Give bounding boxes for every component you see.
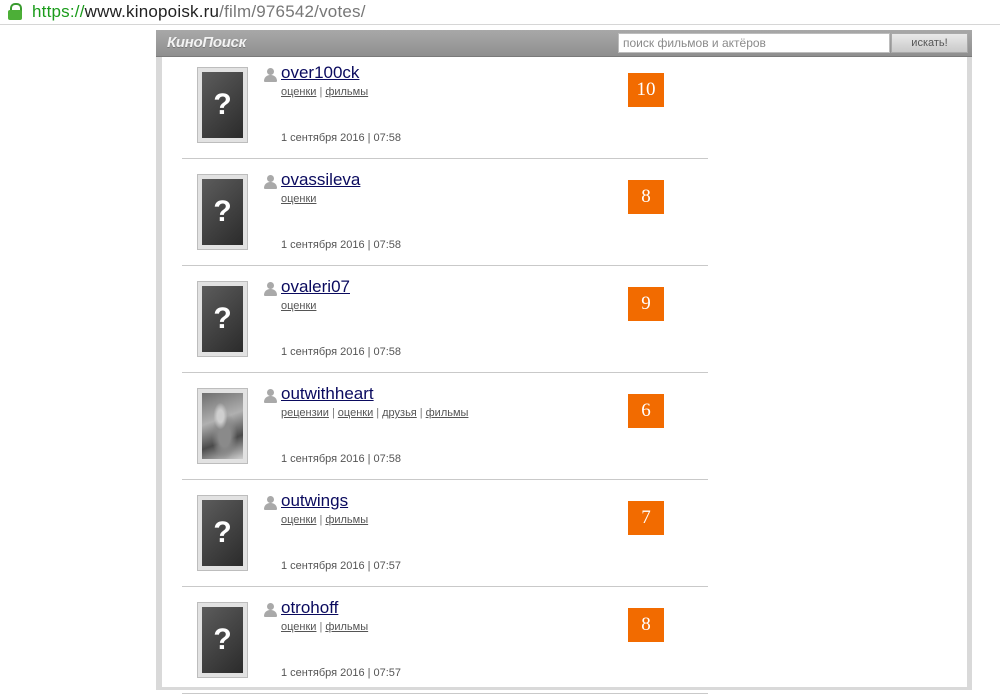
vote-row: outwithheart рецензии | оценки | друзья | фильм… bbox=[182, 373, 708, 480]
user-icon bbox=[264, 175, 277, 189]
vote-datetime: 1 сентября 2016 | 07:58 bbox=[281, 346, 401, 358]
link-separator: | bbox=[376, 407, 380, 419]
user-avatar-placeholder[interactable]: ? bbox=[197, 174, 248, 250]
search-input[interactable] bbox=[618, 33, 890, 53]
vote-datetime: 1 сентября 2016 | 07:57 bbox=[281, 667, 401, 679]
date-separator: | bbox=[367, 560, 371, 572]
user-link[interactable]: оценки bbox=[281, 621, 316, 633]
vote-time: 07:58 bbox=[373, 453, 402, 465]
vote-score-badge: 8 bbox=[628, 180, 664, 214]
user-link[interactable]: оценки bbox=[338, 407, 373, 419]
question-mark-icon: ? bbox=[202, 500, 243, 566]
user-icon bbox=[264, 282, 277, 296]
site-logo[interactable]: КиноПоиск bbox=[167, 34, 246, 51]
vote-score-badge: 9 bbox=[628, 287, 664, 321]
user-icon bbox=[264, 389, 277, 403]
username-link[interactable]: over100ck bbox=[281, 63, 359, 83]
question-mark-icon: ? bbox=[202, 286, 243, 352]
user-links: оценки | фильмы bbox=[281, 514, 368, 526]
vote-datetime: 1 сентября 2016 | 07:58 bbox=[281, 453, 401, 465]
date-separator: | bbox=[367, 453, 371, 465]
votes-list: ? over100ck оценки | фильмы 1 сентября 2016 | 0… bbox=[182, 57, 708, 694]
vote-score-badge: 7 bbox=[628, 501, 664, 535]
url-path: /film/976542/votes/ bbox=[219, 2, 366, 21]
vote-datetime: 1 сентября 2016 | 07:58 bbox=[281, 132, 401, 144]
vote-score-badge: 10 bbox=[628, 73, 664, 107]
url-text[interactable]: https://www.kinopoisk.ru/film/976542/vot… bbox=[32, 2, 366, 22]
vote-time: 07:58 bbox=[373, 346, 402, 358]
address-bar[interactable]: https://www.kinopoisk.ru/film/976542/vot… bbox=[0, 0, 1000, 25]
user-link[interactable]: оценки bbox=[281, 193, 316, 205]
user-links: оценки bbox=[281, 300, 316, 312]
vote-time: 07:58 bbox=[373, 239, 402, 251]
vote-date: 1 сентября 2016 bbox=[281, 239, 365, 251]
question-mark-icon: ? bbox=[202, 179, 243, 245]
date-separator: | bbox=[367, 239, 371, 251]
user-links: оценки | фильмы bbox=[281, 86, 368, 98]
user-links: оценки | фильмы bbox=[281, 621, 368, 633]
user-link[interactable]: оценки bbox=[281, 86, 316, 98]
link-separator: | bbox=[319, 514, 323, 526]
question-mark-icon: ? bbox=[202, 607, 243, 673]
vote-time: 07:57 bbox=[373, 560, 402, 572]
link-separator: | bbox=[419, 407, 423, 419]
user-avatar-photo[interactable] bbox=[197, 388, 248, 464]
user-link[interactable]: рецензии bbox=[281, 407, 329, 419]
user-link[interactable]: оценки bbox=[281, 300, 316, 312]
user-icon bbox=[264, 68, 277, 82]
user-links: оценки bbox=[281, 193, 316, 205]
url-host: www.kinopoisk.ru bbox=[84, 2, 220, 21]
user-link[interactable]: друзья bbox=[382, 407, 417, 419]
link-separator: | bbox=[331, 407, 335, 419]
vote-row: ? ovassileva оценки 1 сентября 2016 | 07:58 8 bbox=[182, 159, 708, 266]
user-avatar-placeholder[interactable]: ? bbox=[197, 67, 248, 143]
vote-date: 1 сентября 2016 bbox=[281, 453, 365, 465]
vote-date: 1 сентября 2016 bbox=[281, 667, 365, 679]
user-link[interactable]: оценки bbox=[281, 514, 316, 526]
link-separator: | bbox=[319, 621, 323, 633]
avatar-image bbox=[202, 393, 243, 459]
username-link[interactable]: ovassileva bbox=[281, 170, 360, 190]
date-separator: | bbox=[367, 132, 371, 144]
vote-date: 1 сентября 2016 bbox=[281, 132, 365, 144]
vote-score-badge: 6 bbox=[628, 394, 664, 428]
username-link[interactable]: otrohoff bbox=[281, 598, 338, 618]
vote-row: ? ovaleri07 оценки 1 сентября 2016 | 07:58 9 bbox=[182, 266, 708, 373]
user-links: рецензии | оценки | друзья | фильмы bbox=[281, 407, 468, 419]
date-separator: | bbox=[367, 667, 371, 679]
vote-score-badge: 8 bbox=[628, 608, 664, 642]
vote-time: 07:57 bbox=[373, 667, 402, 679]
username-link[interactable]: ovaleri07 bbox=[281, 277, 350, 297]
vote-row: ? outwings оценки | фильмы 1 сентября 2016 | 07… bbox=[182, 480, 708, 587]
user-avatar-placeholder[interactable]: ? bbox=[197, 495, 248, 571]
user-link[interactable]: фильмы bbox=[325, 514, 368, 526]
vote-time: 07:58 bbox=[373, 132, 402, 144]
vote-row: ? over100ck оценки | фильмы 1 сентября 2016 | 0… bbox=[182, 57, 708, 159]
link-separator: | bbox=[319, 86, 323, 98]
user-icon bbox=[264, 603, 277, 617]
url-scheme: https:// bbox=[32, 2, 85, 21]
user-link[interactable]: фильмы bbox=[325, 621, 368, 633]
vote-row: ? otrohoff оценки | фильмы 1 сентября 2016 | 07… bbox=[182, 587, 708, 694]
user-avatar-placeholder[interactable]: ? bbox=[197, 602, 248, 678]
vote-datetime: 1 сентября 2016 | 07:57 bbox=[281, 560, 401, 572]
vote-datetime: 1 сентября 2016 | 07:58 bbox=[281, 239, 401, 251]
user-link[interactable]: фильмы bbox=[325, 86, 368, 98]
date-separator: | bbox=[367, 346, 371, 358]
user-icon bbox=[264, 496, 277, 510]
username-link[interactable]: outwings bbox=[281, 491, 348, 511]
vote-date: 1 сентября 2016 bbox=[281, 346, 365, 358]
lock-icon bbox=[6, 2, 28, 22]
main-content: ? over100ck оценки | фильмы 1 сентября 2016 | 0… bbox=[162, 57, 967, 694]
user-link[interactable]: фильмы bbox=[426, 407, 469, 419]
vote-date: 1 сентября 2016 bbox=[281, 560, 365, 572]
search-button[interactable]: искать! bbox=[891, 33, 968, 53]
username-link[interactable]: outwithheart bbox=[281, 384, 374, 404]
user-avatar-placeholder[interactable]: ? bbox=[197, 281, 248, 357]
question-mark-icon: ? bbox=[202, 72, 243, 138]
